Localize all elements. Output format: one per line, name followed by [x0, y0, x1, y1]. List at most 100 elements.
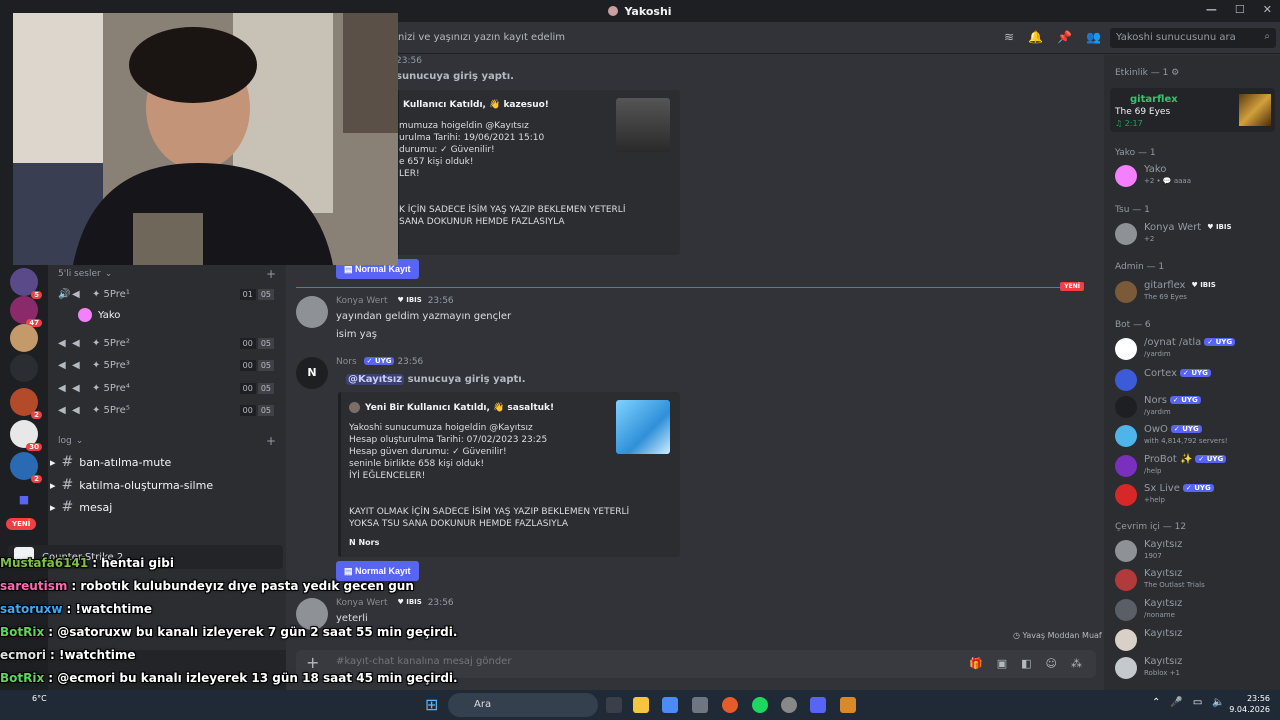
member-item[interactable]: Kayıtsız/noname	[1115, 597, 1275, 625]
server-icon[interactable]	[10, 354, 38, 382]
normal-kayit-button[interactable]: ▤ Normal Kayıt	[336, 561, 419, 581]
gift-icon[interactable]: 🎁	[969, 657, 983, 670]
file-explorer-icon[interactable]	[633, 697, 649, 713]
server-icon	[608, 6, 619, 16]
speaker-icon: ◀	[72, 404, 80, 416]
speaker-icon: ◀	[72, 359, 80, 371]
emoji-icon[interactable]: ☺	[1046, 657, 1057, 670]
chevron-down-icon: ⌄	[75, 436, 84, 446]
member-item[interactable]: Kayıtsız 1907	[1115, 538, 1275, 566]
member-tag: ✓ UYG	[1180, 369, 1211, 377]
caret-icon: ▸	[50, 478, 56, 492]
voice-channel[interactable]: 🔊 ◀ ✦ 5Pre¹ 01 05	[58, 284, 280, 304]
close-button[interactable]: ✕	[1263, 3, 1272, 16]
text-channel[interactable]: ▸ # ban-atılma-mute	[50, 454, 171, 470]
firefox-icon[interactable]	[722, 697, 738, 713]
avatar	[1115, 569, 1137, 591]
embed-body: mumuza hoigeldin @Kayıtsız urulma Tarihi…	[399, 121, 626, 227]
member-tag: ♥ IBIS	[1207, 223, 1232, 231]
bell-icon[interactable]: 🔔	[1028, 30, 1043, 44]
member-tag: ✓ UYG	[1170, 425, 1202, 433]
category-voice[interactable]: 5'li sesler ⌄ +	[58, 267, 276, 281]
member-item[interactable]: OwO ✓ UYG with 4,814,792 servers!	[1115, 423, 1275, 451]
member-item[interactable]: Nors ✓ UYG/yardım	[1115, 394, 1275, 422]
server-icon[interactable]: 5	[10, 268, 42, 299]
attach-icon[interactable]: +	[306, 653, 319, 672]
add-channel-icon[interactable]: +	[266, 434, 276, 448]
folder-icon[interactable]: ■	[10, 486, 38, 514]
embed-title: Kullanıcı Katıldı, 👋 kazesuo!	[403, 100, 549, 110]
member-item[interactable]: gitarflex ♥ IBIS The 69 Eyes	[1115, 279, 1275, 307]
avatar	[349, 402, 360, 413]
gif-icon[interactable]: ▣	[997, 657, 1007, 670]
member-item[interactable]: Sx Live ✓ UYG +help	[1115, 482, 1275, 510]
voice-user[interactable]: Yako	[78, 308, 120, 322]
new-badge: YENİ	[6, 518, 37, 530]
category-log[interactable]: log ⌄ +	[58, 434, 276, 448]
pin-icon[interactable]: 📌	[1057, 30, 1072, 44]
member-tag: ♥ IBIS	[1191, 281, 1216, 289]
minimize-button[interactable]: —	[1206, 3, 1217, 16]
voice-channel[interactable]: ◀ ◀ ✦ 5Pre⁴ 00 05	[58, 378, 280, 398]
chevron-up-icon: ⌃	[1152, 697, 1161, 708]
avatar	[1115, 165, 1137, 187]
text-channel[interactable]: ▸ # katılma-oluşturma-silme	[50, 477, 213, 493]
member-item[interactable]: ProBot ✨ ✓ UYG/help	[1115, 453, 1275, 481]
member-item[interactable]: Cortex ✓ UYG	[1115, 367, 1275, 395]
user-thumbnail	[616, 400, 670, 454]
member-item[interactable]: Kayıtsız The Outlast Trials	[1115, 567, 1275, 595]
obs-icon[interactable]	[781, 697, 797, 713]
hash-icon: #	[61, 454, 74, 470]
member-category[interactable]: Tsu — 1	[1115, 205, 1150, 215]
add-channel-icon[interactable]: +	[266, 267, 276, 281]
avatar	[1115, 657, 1137, 679]
member-item[interactable]: Yako +2 • 💬 aaaa	[1115, 163, 1275, 191]
member-item[interactable]: /oynat /atla ✓ UYG/yardım	[1115, 336, 1275, 364]
spotify-icon[interactable]	[752, 697, 768, 713]
message-input[interactable]	[336, 656, 836, 667]
maximize-button[interactable]: ☐	[1235, 3, 1245, 16]
avatar	[1115, 338, 1137, 360]
member-item[interactable]: Konya Wert ♥ IBIS +2	[1115, 221, 1275, 249]
discord-icon[interactable]	[810, 697, 826, 713]
avatar	[1115, 281, 1137, 303]
member-category[interactable]: Bot — 6	[1115, 320, 1151, 330]
sticker-icon[interactable]: ◧	[1021, 657, 1031, 670]
hash-icon: #	[61, 499, 74, 515]
channel-header: nizi ve yaşınızı yazın kayıt edelim ≋ 🔔 …	[286, 22, 1280, 54]
taskbar-search[interactable]: Ara	[448, 693, 598, 717]
copilot-icon[interactable]	[662, 697, 678, 713]
stream-chat-line: ecmori: !watchtime	[0, 648, 136, 662]
search-input[interactable]: Yakoshi sunucusunu ara ⌕	[1110, 28, 1276, 48]
voice-channel[interactable]: ◀ ◀ ✦ 5Pre⁵ 00 05	[58, 400, 280, 420]
apps-icon[interactable]: ⁂	[1071, 657, 1082, 670]
member-category[interactable]: Çevrim içi — 12	[1115, 522, 1186, 532]
new-messages-divider: YENİ	[296, 282, 1084, 291]
window-title: Yakoshi	[624, 4, 672, 18]
threads-icon[interactable]: ≋	[1004, 30, 1014, 44]
server-icon[interactable]: 2	[10, 452, 42, 483]
voice-channel[interactable]: ◀ ◀ ✦ 5Pre³ 00 05	[58, 355, 280, 375]
windows-start-icon[interactable]: ⊞	[425, 695, 438, 714]
store-icon[interactable]	[692, 697, 708, 713]
text-channel[interactable]: ▸ # mesaj	[50, 499, 112, 515]
voice-channel[interactable]: ◀ ◀ ✦ 5Pre² 00 05	[58, 333, 280, 353]
server-icon[interactable]: 30	[10, 420, 42, 451]
members-icon[interactable]: 👥	[1086, 30, 1101, 44]
clock[interactable]: 23:56 9.04.2026	[1229, 693, 1270, 715]
server-icon[interactable]: 47	[10, 296, 42, 327]
member-category[interactable]: Admin — 1	[1115, 262, 1164, 272]
member-item[interactable]: Kayıtsız	[1115, 627, 1275, 655]
activity-card[interactable]: gitarflex The 69 Eyes ♫ 2:17	[1110, 88, 1275, 132]
weather-widget[interactable]: 6°C	[32, 694, 47, 703]
member-category[interactable]: Yako — 1	[1115, 148, 1156, 158]
stream-chat-line: BotRix: @satoruxw bu kanalı izleyerek 7 …	[0, 625, 458, 639]
member-item[interactable]: Kayıtsız Roblox +1	[1115, 655, 1275, 683]
taskbar: 6°C ⊞ Ara ⌃ 🎤 ▭ 🔈 23:56 9.04.2026	[0, 690, 1280, 720]
server-icon[interactable]: 2	[10, 388, 42, 419]
speaker-icon: ◀	[58, 404, 66, 416]
server-icon[interactable]	[10, 324, 38, 352]
app-icon[interactable]	[840, 697, 856, 713]
system-tray[interactable]: ⌃ 🎤 ▭ 🔈	[1152, 697, 1225, 708]
task-view-icon[interactable]	[606, 697, 622, 713]
